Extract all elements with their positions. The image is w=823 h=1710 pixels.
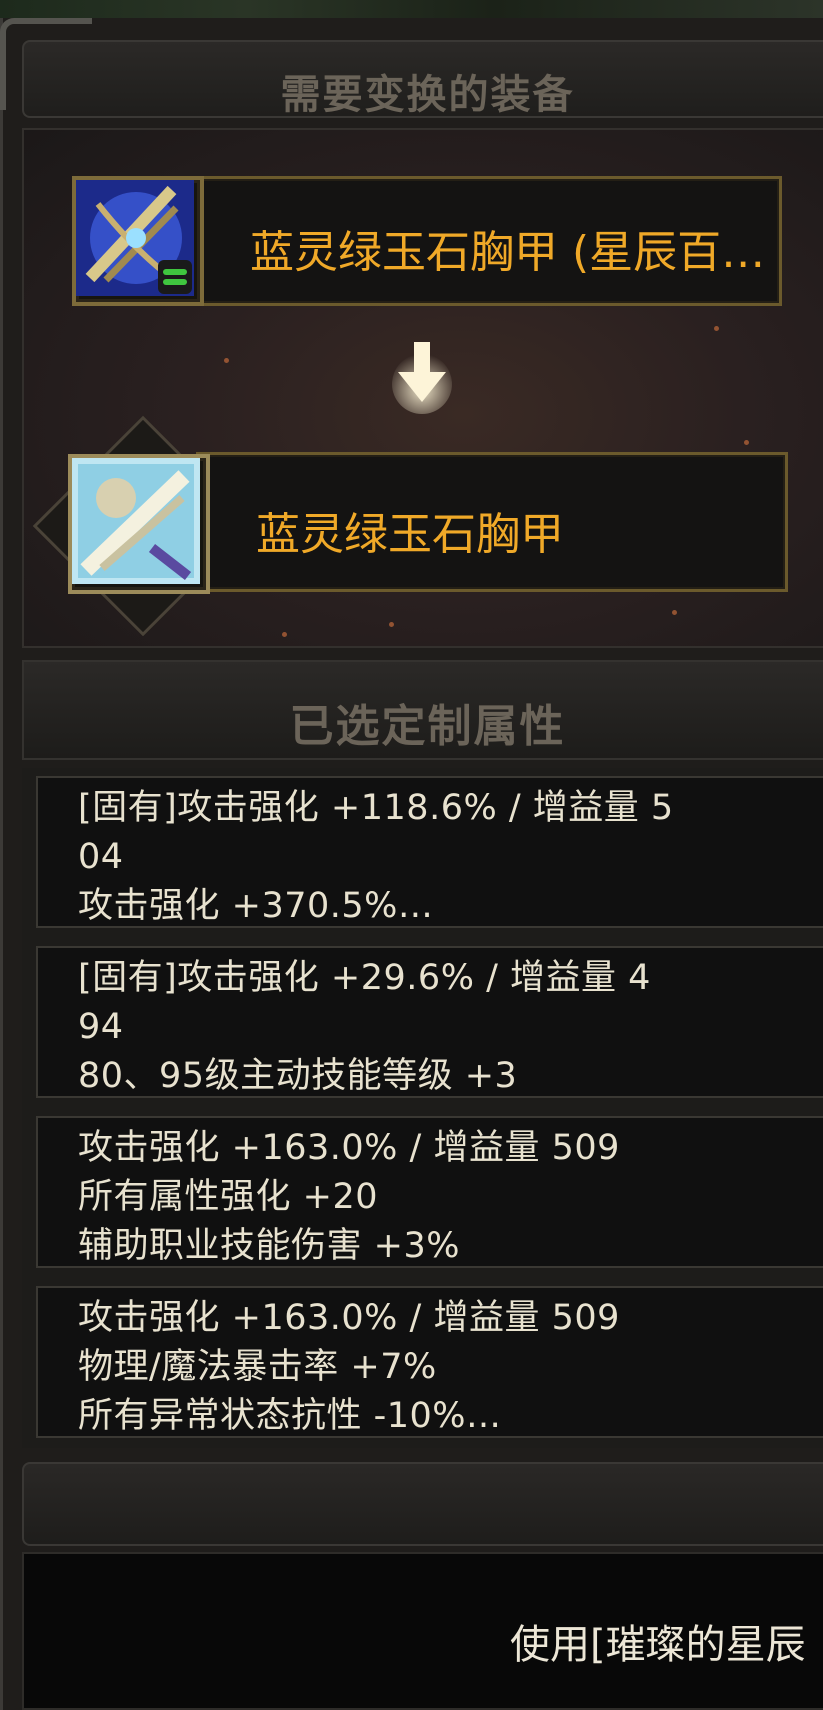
attribute-line: 攻击强化 +163.0% / 增益量 509	[78, 1128, 620, 1168]
attributes-list: [固有]攻击强化 +118.6% / 增益量 5 04 攻击强化 +370.5%…	[22, 768, 823, 1448]
swap-badge-icon	[158, 260, 192, 294]
attribute-line: [固有]攻击强化 +118.6% / 增益量 5	[78, 788, 674, 828]
attribute-row[interactable]: [固有]攻击强化 +29.6% / 增益量 4 94 80、95级主动技能等级 …	[36, 946, 823, 1098]
attribute-row[interactable]: [固有]攻击强化 +118.6% / 增益量 5 04 攻击强化 +370.5%…	[36, 776, 823, 928]
attribute-row[interactable]: 攻击强化 +163.0% / 增益量 509 所有属性强化 +20 辅助职业技能…	[36, 1116, 823, 1268]
attribute-line: [固有]攻击强化 +29.6% / 增益量 4	[78, 958, 651, 998]
attribute-line: 辅助职业技能伤害 +3%	[78, 1226, 460, 1266]
attribute-line: 所有异常状态抗性 -10%…	[78, 1396, 502, 1436]
attribute-line: 攻击强化 +370.5%…	[78, 886, 434, 926]
attribute-line: 80、95级主动技能等级 +3	[78, 1056, 518, 1096]
attributes-title: 已选定制属性	[289, 701, 566, 752]
page-title: 需要变换的装备	[280, 71, 575, 118]
arrow-down-icon	[392, 342, 452, 414]
source-item-icon-frame[interactable]	[72, 176, 204, 306]
attribute-line: 物理/魔法暴击率 +7%	[78, 1347, 437, 1387]
attribute-line: 04	[78, 837, 124, 877]
armor-chest-icon	[72, 458, 200, 584]
message-text: 使用[璀璨的星辰	[510, 1622, 806, 1668]
bottom-bar	[22, 1462, 823, 1546]
attribute-line: 所有属性强化 +20	[78, 1177, 378, 1217]
target-item-name: 蓝灵绿玉石胸甲	[256, 509, 564, 560]
target-item-icon-frame[interactable]	[68, 454, 210, 594]
source-item-name: 蓝灵绿玉石胸甲 (星辰百…	[250, 227, 766, 278]
attribute-line: 94	[78, 1007, 124, 1047]
attribute-row[interactable]: 攻击强化 +163.0% / 增益量 509 物理/魔法暴击率 +7% 所有异常…	[36, 1286, 823, 1438]
attribute-line: 攻击强化 +163.0% / 增益量 509	[78, 1298, 620, 1338]
